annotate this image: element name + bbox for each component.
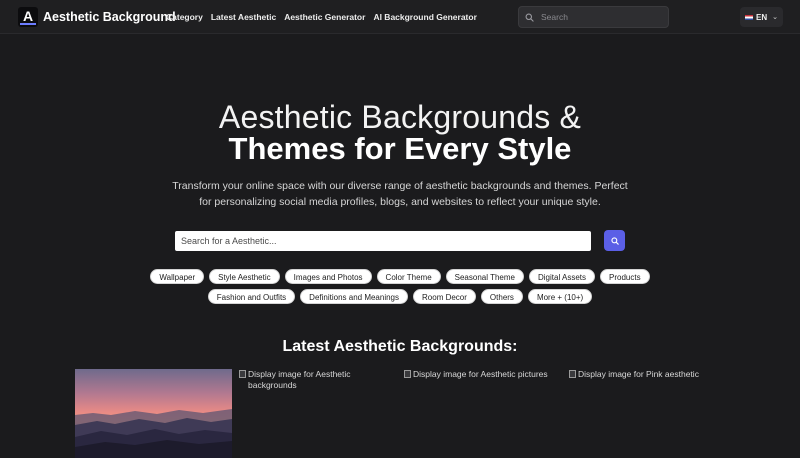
site-logo[interactable]: A — [18, 7, 38, 27]
chip-definitions-and-meanings[interactable]: Definitions and Meanings — [300, 289, 409, 304]
site-header: A Aesthetic Background Category Latest A… — [0, 0, 800, 34]
main-search-input[interactable] — [181, 236, 581, 246]
chip-style-aesthetic[interactable]: Style Aesthetic — [209, 269, 280, 284]
chip-images-and-photos[interactable]: Images and Photos — [284, 269, 372, 284]
latest-section-title: Latest Aesthetic Backgrounds: — [282, 338, 518, 355]
header-search — [518, 6, 669, 28]
chip-others[interactable]: Others — [480, 289, 523, 304]
chevron-down-icon: ⌄ — [772, 14, 778, 21]
nav-aesthetic-generator[interactable]: Aesthetic Generator — [284, 12, 365, 22]
broken-image-icon — [404, 370, 411, 378]
main-search-button[interactable] — [604, 230, 625, 251]
chip-wallpaper[interactable]: Wallpaper — [150, 269, 205, 284]
latest-image-aesthetic-pictures[interactable]: Display image for Aesthetic pictures — [404, 369, 564, 380]
hero-title-line2: Themes for Every Style — [228, 131, 572, 166]
latest-image-sunset[interactable] — [75, 369, 232, 458]
broken-image-icon — [569, 370, 576, 378]
nav-latest-aesthetic[interactable]: Latest Aesthetic — [211, 12, 276, 22]
category-chips: Wallpaper Style Aesthetic Images and Pho… — [105, 269, 695, 304]
main-nav: Category Latest Aesthetic Aesthetic Gene… — [166, 12, 477, 22]
search-icon — [525, 13, 534, 22]
image-alt-text: Display image for Pink aesthetic — [578, 369, 699, 379]
logo-accent-bar — [20, 23, 36, 25]
latest-image-pink-aesthetic[interactable]: Display image for Pink aesthetic — [569, 369, 729, 380]
image-alt-text: Display image for Aesthetic backgrounds — [248, 369, 351, 390]
latest-image-aesthetic-backgrounds[interactable]: Display image for Aesthetic backgrounds — [239, 369, 399, 391]
flag-icon — [745, 14, 753, 20]
chip-room-decor[interactable]: Room Decor — [413, 289, 476, 304]
logo-letter: A — [22, 7, 34, 24]
sunset-mountains-image — [75, 369, 232, 458]
hero-subtitle: Transform your online space with our div… — [172, 180, 628, 208]
language-code: EN — [756, 12, 768, 22]
chip-digital-assets[interactable]: Digital Assets — [528, 269, 596, 284]
broken-image-icon — [239, 370, 246, 378]
header-search-input[interactable] — [541, 12, 661, 22]
chip-color-theme[interactable]: Color Theme — [376, 269, 441, 284]
chip-products[interactable]: Products — [600, 269, 650, 284]
nav-ai-background-generator[interactable]: AI Background Generator — [373, 12, 476, 22]
chip-more[interactable]: More + (10+) — [527, 289, 593, 304]
main-search-box — [175, 231, 591, 251]
language-selector[interactable]: EN ⌄ — [740, 7, 783, 27]
brand-name[interactable]: Aesthetic Background — [43, 10, 176, 24]
search-icon — [610, 236, 619, 245]
nav-category[interactable]: Category — [166, 12, 203, 22]
chip-seasonal-theme[interactable]: Seasonal Theme — [445, 269, 524, 284]
image-alt-text: Display image for Aesthetic pictures — [413, 369, 548, 379]
chip-fashion-and-outfits[interactable]: Fashion and Outfits — [207, 289, 296, 304]
